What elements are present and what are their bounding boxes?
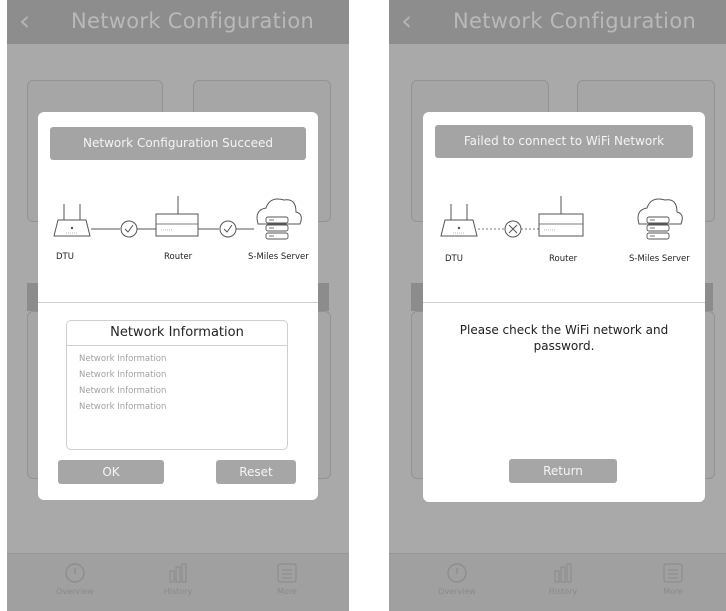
tab-label: More [277, 587, 297, 596]
tab-label: Overview [438, 587, 476, 596]
back-chevron-icon[interactable]: ‹ [401, 4, 412, 38]
success-dialog: Network Configuration Succeed DTU Router… [38, 112, 318, 500]
back-chevron-icon[interactable]: ‹ [19, 4, 30, 38]
error-message-line: Please check the WiFi network and [459, 323, 669, 337]
router-label: Router [164, 252, 193, 262]
info-row: Network Information [79, 386, 167, 396]
list-icon [277, 563, 297, 583]
server-label: S-Miles Server [248, 252, 309, 262]
tab-label: History [548, 587, 578, 596]
tab-bar: Overview History More [389, 553, 726, 611]
page-title: Network Configuration [453, 9, 697, 33]
dtu-label: DTU [445, 254, 463, 264]
bar-chart-icon [554, 563, 572, 583]
check-status-icon [219, 220, 237, 238]
error-message-line: password. [533, 339, 595, 353]
info-title: Network Information [67, 321, 287, 346]
tab-label: Overview [56, 587, 94, 596]
failure-dialog: Failed to connect to WiFi Network DTU Ro… [423, 112, 705, 502]
tab-overview[interactable]: Overview [427, 562, 487, 596]
router-device-icon [155, 196, 199, 237]
router-label: Router [549, 254, 578, 264]
tab-more[interactable]: More [257, 562, 317, 596]
gauge-icon [447, 563, 467, 583]
phone-screen-failure: ‹ Network Configuration Overview History… [389, 0, 726, 611]
tab-history[interactable]: History [148, 562, 208, 596]
connection-diagram [53, 196, 302, 240]
return-button[interactable]: Return [509, 459, 617, 483]
title-bar: ‹ Network Configuration [389, 0, 726, 44]
cloud-server-icon [256, 198, 302, 240]
divider [38, 302, 318, 303]
ok-button[interactable]: OK [58, 460, 164, 484]
divider [423, 302, 705, 303]
dtu-device-icon [53, 204, 91, 237]
tab-history[interactable]: History [533, 562, 593, 596]
tab-overview[interactable]: Overview [45, 562, 105, 596]
cloud-server-icon [637, 198, 683, 240]
router-device-icon [538, 196, 584, 237]
gauge-icon [65, 563, 85, 583]
info-row: Network Information [79, 402, 167, 412]
server-label: S-Miles Server [629, 254, 690, 264]
connection-diagram [440, 196, 683, 240]
tab-bar: Overview History More [7, 553, 349, 611]
tab-more[interactable]: More [643, 562, 703, 596]
network-info-box: Network Information Network Information … [66, 320, 288, 450]
phone-screen-success: ‹ Network Configuration Overview History… [7, 0, 349, 611]
reset-button[interactable]: Reset [216, 460, 296, 484]
list-icon [663, 563, 683, 583]
info-row: Network Information [79, 354, 167, 364]
bar-chart-icon [169, 563, 187, 583]
dtu-label: DTU [56, 252, 74, 262]
page-title: Network Configuration [71, 9, 315, 33]
check-status-icon [120, 220, 138, 238]
tab-label: History [163, 587, 193, 596]
info-row: Network Information [79, 370, 167, 380]
title-bar: ‹ Network Configuration [7, 0, 349, 44]
dtu-device-icon [440, 204, 478, 237]
tab-label: More [663, 587, 683, 596]
